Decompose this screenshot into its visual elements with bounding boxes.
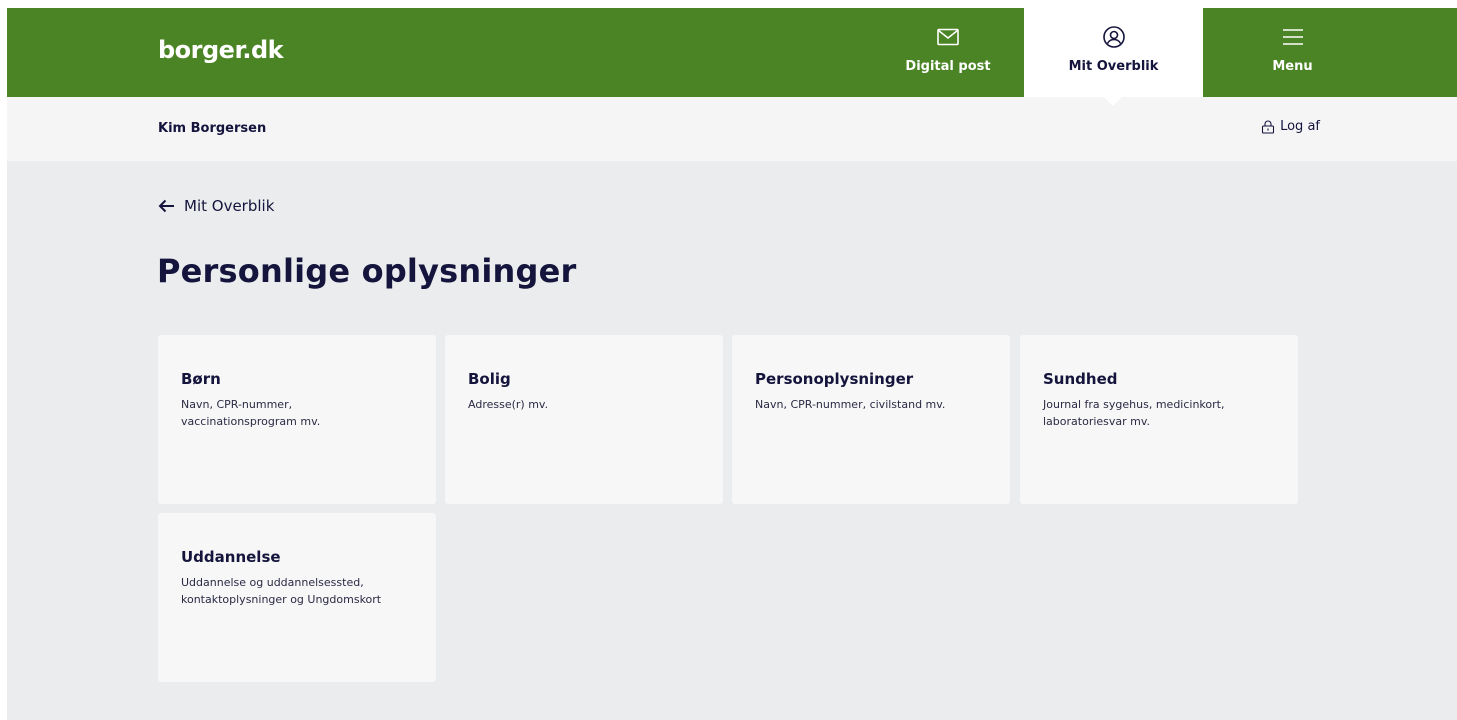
back-link[interactable]: Mit Overblik [158, 197, 274, 215]
card-description: Journal fra sygehus, medicinkort, labora… [1043, 398, 1225, 428]
nav-mit-overblik-label: Mit Overblik [1068, 59, 1159, 74]
card-title: Bolig [468, 370, 511, 388]
card-description: Uddannelse og uddannelsessted, kontaktop… [181, 576, 382, 606]
envelope-icon [937, 28, 959, 46]
card-description: Navn, CPR-nummer, vaccinationsprogram mv… [181, 398, 321, 428]
logout-link[interactable]: Log af [1261, 119, 1320, 134]
page: borger.dk Digital post Mit Overblik Menu [7, 8, 1457, 720]
card-description: Navn, CPR-nummer, civilstand mv. [755, 398, 946, 411]
borger-dk-logo[interactable]: borger.dk [158, 36, 284, 64]
card-title: Børn [181, 370, 221, 388]
nav-mit-overblik[interactable]: Mit Overblik [1024, 8, 1203, 97]
nav-digital-post[interactable]: Digital post [873, 8, 1023, 97]
card-sundhed[interactable]: Sundhed Journal fra sygehus, medicinkort… [1020, 335, 1298, 504]
lock-icon [1262, 119, 1275, 134]
nav-menu[interactable]: Menu [1203, 8, 1382, 97]
nav-menu-label: Menu [1272, 59, 1313, 74]
active-nav-pointer [1104, 97, 1122, 106]
card-bolig[interactable]: Bolig Adresse(r) mv. [445, 335, 723, 504]
page-title: Personlige oplysninger [157, 252, 577, 290]
back-link-label: Mit Overblik [184, 197, 275, 215]
hamburger-icon [1282, 29, 1303, 45]
user-name: Kim Borgersen [158, 121, 267, 136]
arrow-left-icon [158, 199, 174, 213]
card-title: Sundhed [1043, 370, 1118, 388]
user-bar: Kim Borgersen Log af [7, 97, 1457, 161]
card-description: Adresse(r) mv. [468, 398, 549, 411]
card-personoplysninger[interactable]: Personoplysninger Navn, CPR-nummer, civi… [732, 335, 1010, 504]
logout-label: Log af [1280, 119, 1320, 134]
nav-digital-post-label: Digital post [905, 59, 991, 74]
card-title: Uddannelse [181, 548, 281, 566]
user-circle-icon [1102, 26, 1125, 48]
card-born[interactable]: Børn Navn, CPR-nummer, vaccinationsprogr… [158, 335, 436, 504]
card-title: Personoplysninger [755, 370, 914, 388]
card-uddannelse[interactable]: Uddannelse Uddannelse og uddannelsessted… [158, 513, 436, 682]
site-header: borger.dk Digital post Mit Overblik Menu [7, 8, 1457, 97]
